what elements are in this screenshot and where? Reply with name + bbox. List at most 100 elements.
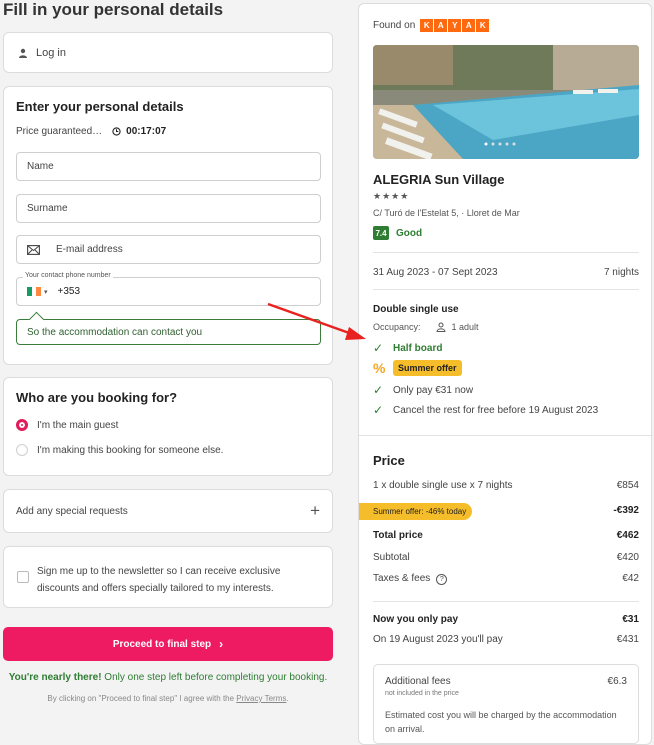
price-heading: Price [373,453,405,468]
fees-description: Estimated cost you will be charged by th… [385,710,617,734]
fees-subtitle: not included in the price [385,690,459,697]
occupancy-value: 1 adult [451,322,479,332]
email-field[interactable] [16,235,321,264]
rating-label: Good [396,227,423,239]
radio-label: I'm making this booking for someone else… [37,444,224,456]
divider [373,289,639,290]
date-range: 31 Aug 2023 - 07 Sept 2023 [373,267,498,278]
guest-rating: 7.4 Good [373,226,422,240]
newsletter-card: Sign me up to the newsletter so I can re… [3,546,333,608]
price-label: 1 x double single use x 7 nights [373,480,513,491]
kayak-letter: A [462,19,476,32]
name-input[interactable] [27,161,320,172]
check-icon: ✓ [373,383,384,397]
price-label: Subtotal [373,552,410,563]
price-value: €42 [622,573,639,584]
surname-field[interactable] [16,194,321,223]
personal-details-card: Enter your personal details Price guaran… [3,86,333,365]
price-guarantee: Price guaranteed… 00:17:07 [16,126,166,137]
user-icon [19,48,27,58]
percent-icon: % [373,360,386,376]
surname-input[interactable] [27,203,320,214]
price-label: Now you only pay [373,614,459,625]
phone-field[interactable]: ▾ +353 [16,277,321,306]
radio-main-guest[interactable]: I'm the main guest [16,419,118,431]
feature-text: Cancel the rest for free before 19 Augus… [393,404,599,416]
feature-free-cancel: ✓ Cancel the rest for free before 19 Aug… [373,403,598,417]
additional-fees-box: Additional fees not included in the pric… [373,664,639,744]
terms-prefix: By clicking on "Proceed to final step" I… [47,694,237,703]
radio-selected-icon[interactable] [16,419,28,431]
radio-someone-else[interactable]: I'm making this booking for someone else… [16,444,223,456]
discount-row: -€392 [373,505,639,516]
feature-text: Half board [393,342,443,354]
check-icon: ✓ [373,341,384,355]
phone-label: Your contact phone number [23,272,113,279]
divider [373,252,639,253]
booking-for-heading: Who are you booking for? [16,390,178,405]
chevron-right-icon: › [219,637,224,651]
feature-summer-offer: % Summer offer [373,360,462,376]
fees-value: €6.3 [607,676,627,687]
nearly-there-rest: Only one step left before completing you… [101,672,328,683]
occupancy-label: Occupancy: [373,322,421,332]
proceed-button[interactable]: Proceed to final step › [3,627,333,661]
feature-pay-now: ✓ Only pay €31 now [373,383,473,397]
nights-count: 7 nights [603,267,639,278]
special-requests-toggle[interactable]: Add any special requests + [3,489,333,533]
ireland-flag-icon[interactable] [27,287,42,296]
clock-icon [112,127,121,136]
page-title: Fill in your personal details [3,0,224,19]
name-field[interactable] [16,152,321,181]
kayak-logo: K A Y A K [420,19,490,32]
email-input[interactable] [56,244,320,255]
terms-suffix: . [286,694,289,703]
proceed-label: Proceed to final step [112,638,212,650]
nearly-there-bold: You're nearly there! [8,672,102,683]
pay-now-row: Now you only pay €31 [373,614,639,625]
kayak-letter: K [420,19,434,32]
divider [373,601,639,602]
fees-title: Additional fees [385,676,451,687]
kayak-letter: K [476,19,490,32]
total-row: Total price €462 [373,530,639,541]
plus-icon[interactable]: + [310,501,320,521]
privacy-terms-link[interactable]: Privacy Terms [236,694,286,703]
newsletter-text: Sign me up to the newsletter so I can re… [37,566,281,594]
details-heading: Enter your personal details [16,99,184,114]
progress-message: You're nearly there! Only one step left … [3,672,333,683]
subtotal-row: Subtotal €420 [373,552,639,563]
pay-later-row: On 19 August 2023 you'll pay €431 [373,634,639,645]
phone-hint-text: So the accommodation can contact you [27,326,203,338]
discount-value: -€392 [613,505,639,516]
hotel-address: C/ Turó de l'Estelat 5, · Lloret de Mar [373,208,520,218]
login-button[interactable]: Log in [3,32,333,73]
booking-for-card: Who are you booking for? I'm the main gu… [3,377,333,476]
star-rating-icon: ★★★★ [373,191,410,201]
login-label: Log in [36,46,66,59]
phone-code: +353 [57,286,81,297]
hotel-photo[interactable] [373,45,639,159]
feature-half-board: ✓ Half board [373,341,442,355]
special-requests-label: Add any special requests [16,505,128,517]
newsletter-checkbox[interactable] [17,571,29,583]
person-icon [436,322,446,332]
price-guaranteed-text: Price guaranteed… [16,126,103,137]
price-label: Total price [373,530,423,541]
price-label: On 19 August 2023 you'll pay [373,634,503,645]
booking-summary-card: Found on K A Y A K ALEGRIA Sun Village ★… [358,3,653,745]
help-icon[interactable]: ? [436,574,448,585]
stay-dates: 31 Aug 2023 - 07 Sept 2023 7 nights [373,267,639,278]
hotel-name: ALEGRIA Sun Village [373,172,505,187]
taxes-row: Taxes & fees? €42 [373,573,639,585]
envelope-icon [27,244,40,255]
check-icon: ✓ [373,403,384,417]
country-chevron-icon[interactable]: ▾ [44,288,48,296]
radio-unselected-icon[interactable] [16,444,28,456]
price-base-row: 1 x double single use x 7 nights €854 [373,480,639,491]
section-divider [359,435,653,436]
found-on-label: Found on [373,20,416,31]
price-label: Taxes & fees [373,573,431,584]
timer-value: 00:17:07 [126,126,167,137]
price-value: €420 [616,552,639,563]
